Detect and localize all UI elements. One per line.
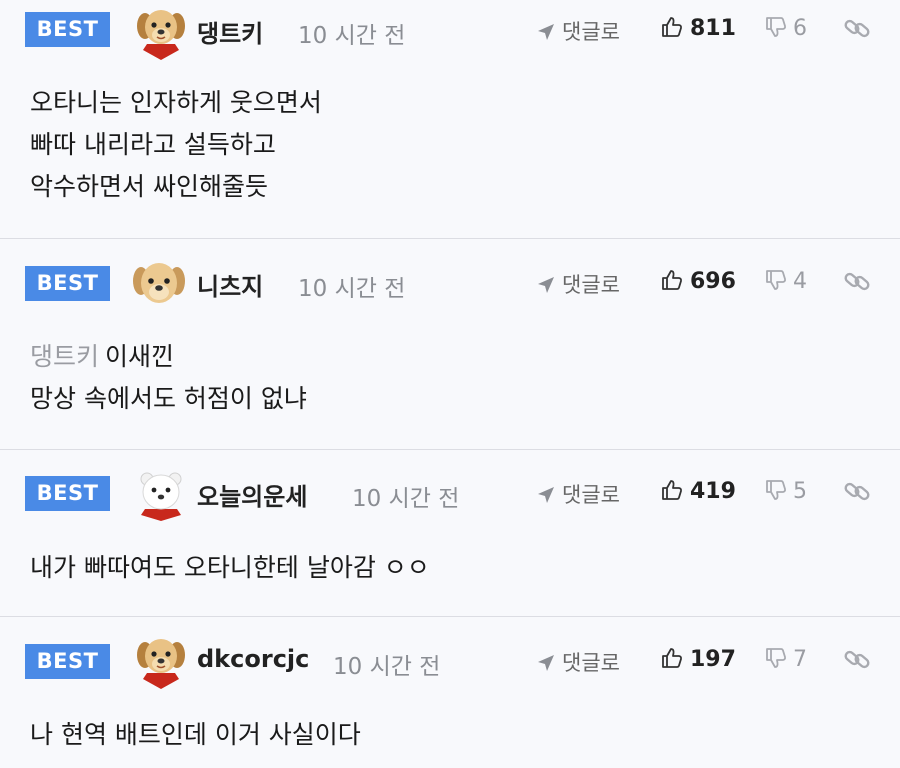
puppy-face-icon[interactable] bbox=[131, 257, 187, 313]
timestamp: 10 시간 전 bbox=[298, 276, 406, 302]
comment-header: BEST dkcorcjc 10 시간 전 댓글로 197 7 bbox=[0, 617, 900, 689]
link-icon[interactable] bbox=[843, 14, 871, 46]
like-count: 811 bbox=[690, 16, 736, 41]
thumbs-up-icon bbox=[662, 480, 682, 500]
comment-line: 망상 속에서도 허점이 없냐 bbox=[30, 384, 307, 413]
polar-bear-icon[interactable] bbox=[133, 465, 189, 521]
thumbs-down-icon bbox=[766, 480, 786, 500]
like-button[interactable]: 197 bbox=[660, 646, 736, 672]
best-badge: BEST bbox=[25, 644, 110, 679]
dislike-button[interactable]: 6 bbox=[764, 15, 807, 41]
like-count: 197 bbox=[690, 647, 736, 672]
comment-body: 오타니는 인자하게 웃으면서 빠따 내리라고 설득하고 악수하면서 싸인해줄듯 bbox=[30, 82, 322, 208]
comment-header: BEST 댕트키 10 시간 전 댓글로 811 6 bbox=[0, 0, 900, 60]
send-arrow-icon bbox=[538, 487, 554, 503]
dislike-count: 4 bbox=[793, 269, 807, 294]
link-icon[interactable] bbox=[843, 645, 871, 677]
nickname[interactable]: 댕트키 bbox=[197, 14, 263, 49]
comment-line: 오타니는 인자하게 웃으면서 bbox=[30, 88, 322, 117]
thumbs-up-icon bbox=[662, 270, 682, 290]
like-button[interactable]: 811 bbox=[660, 15, 736, 41]
link-icon[interactable] bbox=[843, 477, 871, 509]
dislike-count: 7 bbox=[793, 647, 807, 672]
reply-label: 댓글로 bbox=[562, 20, 620, 44]
comment-list: BEST 댕트키 10 시간 전 댓글로 811 6 오타니는 인자하게 웃으면… bbox=[0, 0, 900, 768]
reply-button[interactable]: 댓글로 bbox=[536, 16, 620, 46]
comment-header: BEST 니츠지 10 시간 전 댓글로 696 4 bbox=[0, 239, 900, 303]
comment-body: 내가 빠따여도 오타니한테 날아감 ㅇㅇ bbox=[30, 547, 430, 589]
mention-tag[interactable]: 댕트키 bbox=[30, 342, 99, 371]
dislike-count: 5 bbox=[793, 479, 807, 504]
best-badge: BEST bbox=[25, 266, 110, 301]
comment-item: BEST 댕트키 10 시간 전 댓글로 811 6 오타니는 인자하게 웃으면… bbox=[0, 0, 900, 239]
thumbs-down-icon bbox=[766, 270, 786, 290]
comment-header: BEST 오늘의운세 10 시간 전 댓글로 419 5 bbox=[0, 450, 900, 521]
like-button[interactable]: 696 bbox=[660, 268, 736, 294]
dislike-count: 6 bbox=[793, 16, 807, 41]
dislike-button[interactable]: 5 bbox=[764, 478, 807, 504]
thumbs-down-icon bbox=[766, 17, 786, 37]
nickname[interactable]: dkcorcjc bbox=[197, 645, 309, 673]
nickname[interactable]: 니츠지 bbox=[197, 267, 263, 302]
timestamp: 10 시간 전 bbox=[352, 486, 460, 512]
dislike-button[interactable]: 4 bbox=[764, 268, 807, 294]
send-arrow-icon bbox=[538, 655, 554, 671]
best-badge: BEST bbox=[25, 12, 110, 47]
timestamp: 10 시간 전 bbox=[333, 654, 441, 680]
comment-body: 댕트키 이새낀 망상 속에서도 허점이 없냐 bbox=[30, 336, 307, 420]
puppy-red-cape-icon[interactable] bbox=[133, 633, 189, 689]
comment-item: BEST dkcorcjc 10 시간 전 댓글로 197 7 나 현역 배트인… bbox=[0, 617, 900, 768]
send-arrow-icon bbox=[538, 277, 554, 293]
comment-line: 이새낀 bbox=[105, 342, 175, 371]
thumbs-up-icon bbox=[662, 648, 682, 668]
reply-button[interactable]: 댓글로 bbox=[536, 269, 620, 299]
best-badge: BEST bbox=[25, 476, 110, 511]
send-arrow-icon bbox=[538, 24, 554, 40]
comment-item: BEST 오늘의운세 10 시간 전 댓글로 419 5 내가 빠따여도 오타니… bbox=[0, 450, 900, 617]
link-icon[interactable] bbox=[843, 267, 871, 299]
like-count: 696 bbox=[690, 269, 736, 294]
comment-line: 악수하면서 싸인해줄듯 bbox=[30, 172, 268, 201]
dislike-button[interactable]: 7 bbox=[764, 646, 807, 672]
reply-label: 댓글로 bbox=[562, 651, 620, 675]
reply-label: 댓글로 bbox=[562, 273, 620, 297]
like-count: 419 bbox=[690, 479, 736, 504]
thumbs-down-icon bbox=[766, 648, 786, 668]
reply-button[interactable]: 댓글로 bbox=[536, 647, 620, 677]
puppy-red-cape-icon[interactable] bbox=[133, 4, 189, 60]
comment-line: 빠따 내리라고 설득하고 bbox=[30, 130, 276, 159]
comment-body: 나 현역 배트인데 이거 사실이다 bbox=[30, 714, 361, 756]
nickname[interactable]: 오늘의운세 bbox=[197, 477, 307, 512]
reply-button[interactable]: 댓글로 bbox=[536, 479, 620, 509]
comment-line: 나 현역 배트인데 이거 사실이다 bbox=[30, 720, 361, 749]
reply-label: 댓글로 bbox=[562, 483, 620, 507]
comment-item: BEST 니츠지 10 시간 전 댓글로 696 4 댕트키 이새낀 망상 속에… bbox=[0, 239, 900, 450]
comment-line: 내가 빠따여도 오타니한테 날아감 ㅇㅇ bbox=[30, 553, 430, 582]
timestamp: 10 시간 전 bbox=[298, 23, 406, 49]
like-button[interactable]: 419 bbox=[660, 478, 736, 504]
thumbs-up-icon bbox=[662, 17, 682, 37]
